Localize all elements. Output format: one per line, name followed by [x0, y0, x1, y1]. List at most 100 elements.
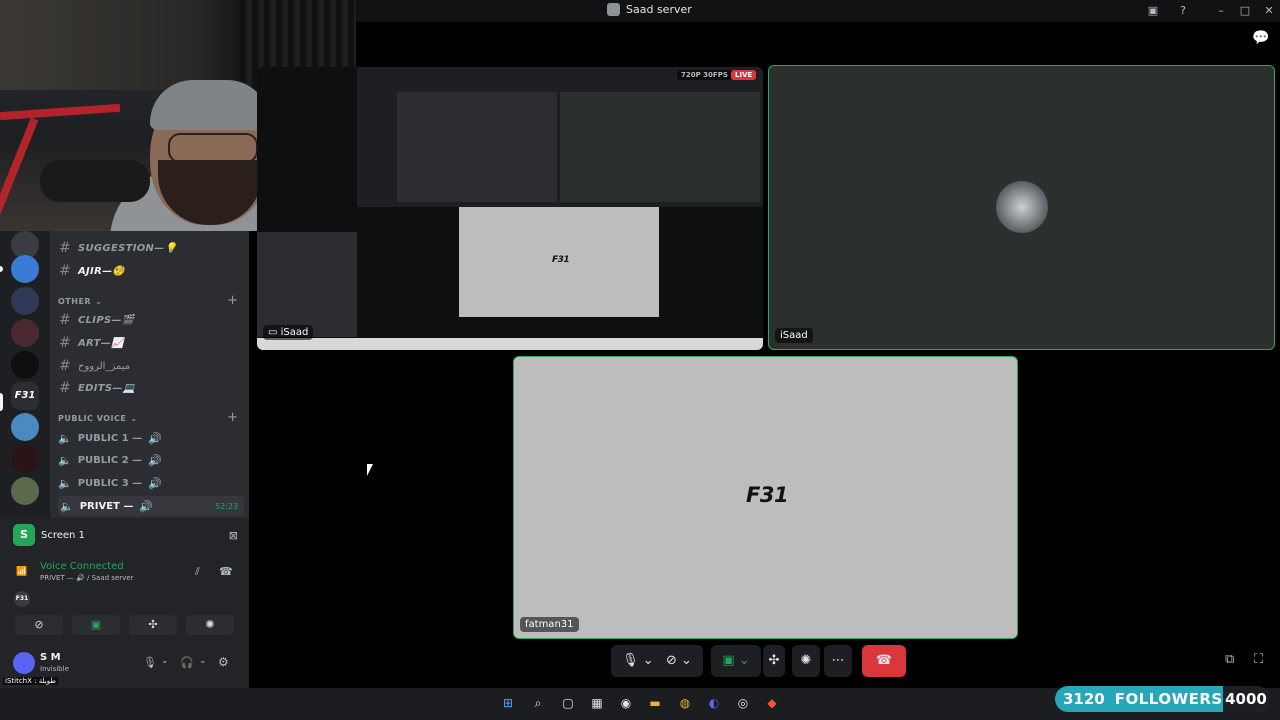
- server-icon-7[interactable]: [11, 413, 39, 441]
- share-screen-button[interactable]: ▣: [72, 615, 120, 635]
- fullscreen-icon[interactable]: ⛶: [1254, 652, 1263, 667]
- help-icon[interactable]: ?: [1175, 3, 1191, 19]
- mic-icon[interactable]: 🎙: [143, 656, 157, 669]
- soundboard-button[interactable]: ✺: [186, 615, 234, 635]
- followers-goal: 3120 FOLLOWERS 4000: [1055, 686, 1269, 712]
- hash-icon: #: [58, 263, 72, 279]
- user-status: Invisible: [40, 665, 69, 673]
- user-name: S M: [40, 652, 61, 663]
- server-icon-2[interactable]: [11, 255, 39, 283]
- stop-stream-icon[interactable]: ⊠: [229, 529, 238, 542]
- task-view-icon[interactable]: ▢: [559, 694, 577, 712]
- category-other[interactable]: OTHER ⌄: [58, 297, 102, 306]
- mic-options-chevron-icon[interactable]: ⌄: [161, 656, 169, 666]
- video-tile-fatman31[interactable]: F31 fatman31: [513, 356, 1018, 639]
- close-button[interactable]: ✕: [1261, 3, 1277, 19]
- chat-line: iStitchX : طويلة: [3, 677, 58, 685]
- screen-share-icon: ▭: [268, 327, 281, 338]
- f31-logo: F31: [746, 483, 789, 507]
- brave-icon[interactable]: ◆: [763, 694, 781, 712]
- speaker-icon: 🔈: [58, 431, 72, 445]
- channel-clips[interactable]: # CLIPS—🎬: [58, 310, 135, 330]
- tile-label: iSaad: [775, 328, 813, 343]
- server-icon: [607, 3, 620, 16]
- category-public-voice[interactable]: PUBLIC VOICE ⌄: [58, 414, 138, 423]
- nested-f31-logo: F31: [552, 255, 570, 265]
- hash-icon: #: [58, 358, 72, 374]
- server-icon-8[interactable]: [11, 445, 39, 473]
- channel-edits[interactable]: # EDITS—💻: [58, 378, 135, 398]
- window-title: Saad server: [607, 3, 692, 16]
- add-channel-icon[interactable]: +: [227, 293, 238, 308]
- screen-icon: S: [13, 524, 35, 546]
- server-icon-4[interactable]: [11, 319, 39, 347]
- widgets-icon[interactable]: ▦: [588, 694, 606, 712]
- video-off-button[interactable]: ⊘: [15, 615, 63, 635]
- start-icon[interactable]: ⊞: [499, 694, 517, 712]
- settings-gear-icon[interactable]: ⚙: [218, 655, 229, 669]
- mouse-cursor: [367, 464, 373, 476]
- tile-label: ▭ iSaad: [263, 325, 314, 340]
- speaker-icon: 🔈: [58, 476, 72, 490]
- screen-share-control[interactable]: ▣ ⌄: [711, 645, 761, 677]
- channel-art[interactable]: # ART—📈: [58, 333, 124, 353]
- hash-icon: #: [58, 335, 72, 351]
- followers-count: 3120: [1063, 690, 1105, 708]
- file-explorer-icon[interactable]: ▬: [646, 694, 664, 712]
- steam-icon[interactable]: ◎: [734, 694, 752, 712]
- voice-channel-public-2[interactable]: 🔈 PUBLIC 2 — 🔊: [58, 450, 162, 470]
- server-icon-5[interactable]: [11, 351, 39, 379]
- mic-control-group[interactable]: 🎙 ⌄ ⊘ ⌄: [611, 645, 703, 677]
- voice-channel-privet[interactable]: 🔈 PRIVET — 🔊 52:23: [58, 496, 244, 516]
- channel-list: # SUGGESTION—💡 # AJIR—🧐 OTHER ⌄ + # CLIPS…: [50, 231, 249, 518]
- channel-ajir[interactable]: # AJIR—🧐: [58, 261, 125, 281]
- tile-label: fatman31: [520, 617, 579, 632]
- voice-sub[interactable]: PRIVET — 🔊 / Saad server: [40, 574, 133, 582]
- user-avatar-circle: [996, 181, 1048, 233]
- hang-up-button[interactable]: ☎: [862, 645, 906, 677]
- screen-share-row[interactable]: S Screen 1 ⊠: [13, 524, 238, 546]
- inbox-icon[interactable]: ▣: [1145, 3, 1161, 19]
- voice-status[interactable]: Voice Connected: [40, 561, 124, 572]
- search-icon[interactable]: ⌕: [529, 694, 547, 712]
- user-avatar[interactable]: [13, 652, 35, 674]
- followers-goal-value: 4000: [1223, 686, 1269, 712]
- server-icon-9[interactable]: [11, 477, 39, 505]
- minimize-button[interactable]: –: [1213, 3, 1229, 19]
- audio-options-chevron-icon[interactable]: ⌄: [199, 656, 207, 666]
- channel-memes[interactable]: # ميمز_الرووح: [58, 356, 130, 376]
- stream-quality-badge: 720P 30FPS: [677, 70, 732, 80]
- channel-suggestion[interactable]: # SUGGESTION—💡: [58, 238, 177, 258]
- stream-tile-isaad[interactable]: F31 720P 30FPS LIVE ▭ iSaad: [257, 67, 763, 350]
- live-badge: LIVE: [731, 70, 757, 80]
- soundboard-control[interactable]: ✺: [792, 645, 820, 677]
- video-tile-isaad[interactable]: iSaad: [768, 65, 1275, 350]
- activities-control[interactable]: ✣: [763, 645, 785, 677]
- voice-channel-public-1[interactable]: 🔈 PUBLIC 1 — 🔊: [58, 428, 162, 448]
- voice-channel-public-3[interactable]: 🔈 PUBLIC 3 — 🔊: [58, 473, 162, 493]
- speaker-icon: 🔈: [60, 499, 74, 513]
- hash-icon: #: [58, 240, 72, 256]
- voice-timer: 52:23: [214, 501, 238, 511]
- disconnect-icon[interactable]: ☎: [219, 565, 233, 578]
- more-options-icon[interactable]: ⋯: [824, 645, 852, 677]
- hash-icon: #: [58, 380, 72, 396]
- followers-label: FOLLOWERS: [1114, 690, 1223, 708]
- maximize-button[interactable]: □: [1237, 3, 1253, 19]
- noise-suppression-icon[interactable]: ⫽: [195, 565, 200, 579]
- server-icon-3[interactable]: [11, 287, 39, 315]
- server-icon-f31[interactable]: F31: [11, 382, 39, 410]
- discord-icon[interactable]: ◐: [705, 694, 723, 712]
- activities-button[interactable]: ✣: [129, 615, 177, 635]
- window-title-text: Saad server: [626, 3, 692, 16]
- signal-icon[interactable]: 📶: [16, 567, 27, 577]
- chat-bubble-icon[interactable]: 💬: [1252, 30, 1269, 46]
- add-voice-channel-icon[interactable]: +: [227, 410, 238, 425]
- hash-icon: #: [58, 312, 72, 328]
- speaker-icon: 🔈: [58, 453, 72, 467]
- headphones-icon[interactable]: 🎧: [180, 656, 194, 669]
- participant-avatar[interactable]: F31: [14, 591, 30, 607]
- popout-icon[interactable]: ⧉: [1225, 652, 1234, 667]
- obs-icon[interactable]: ◉: [617, 694, 635, 712]
- chrome-icon[interactable]: ◍: [676, 694, 694, 712]
